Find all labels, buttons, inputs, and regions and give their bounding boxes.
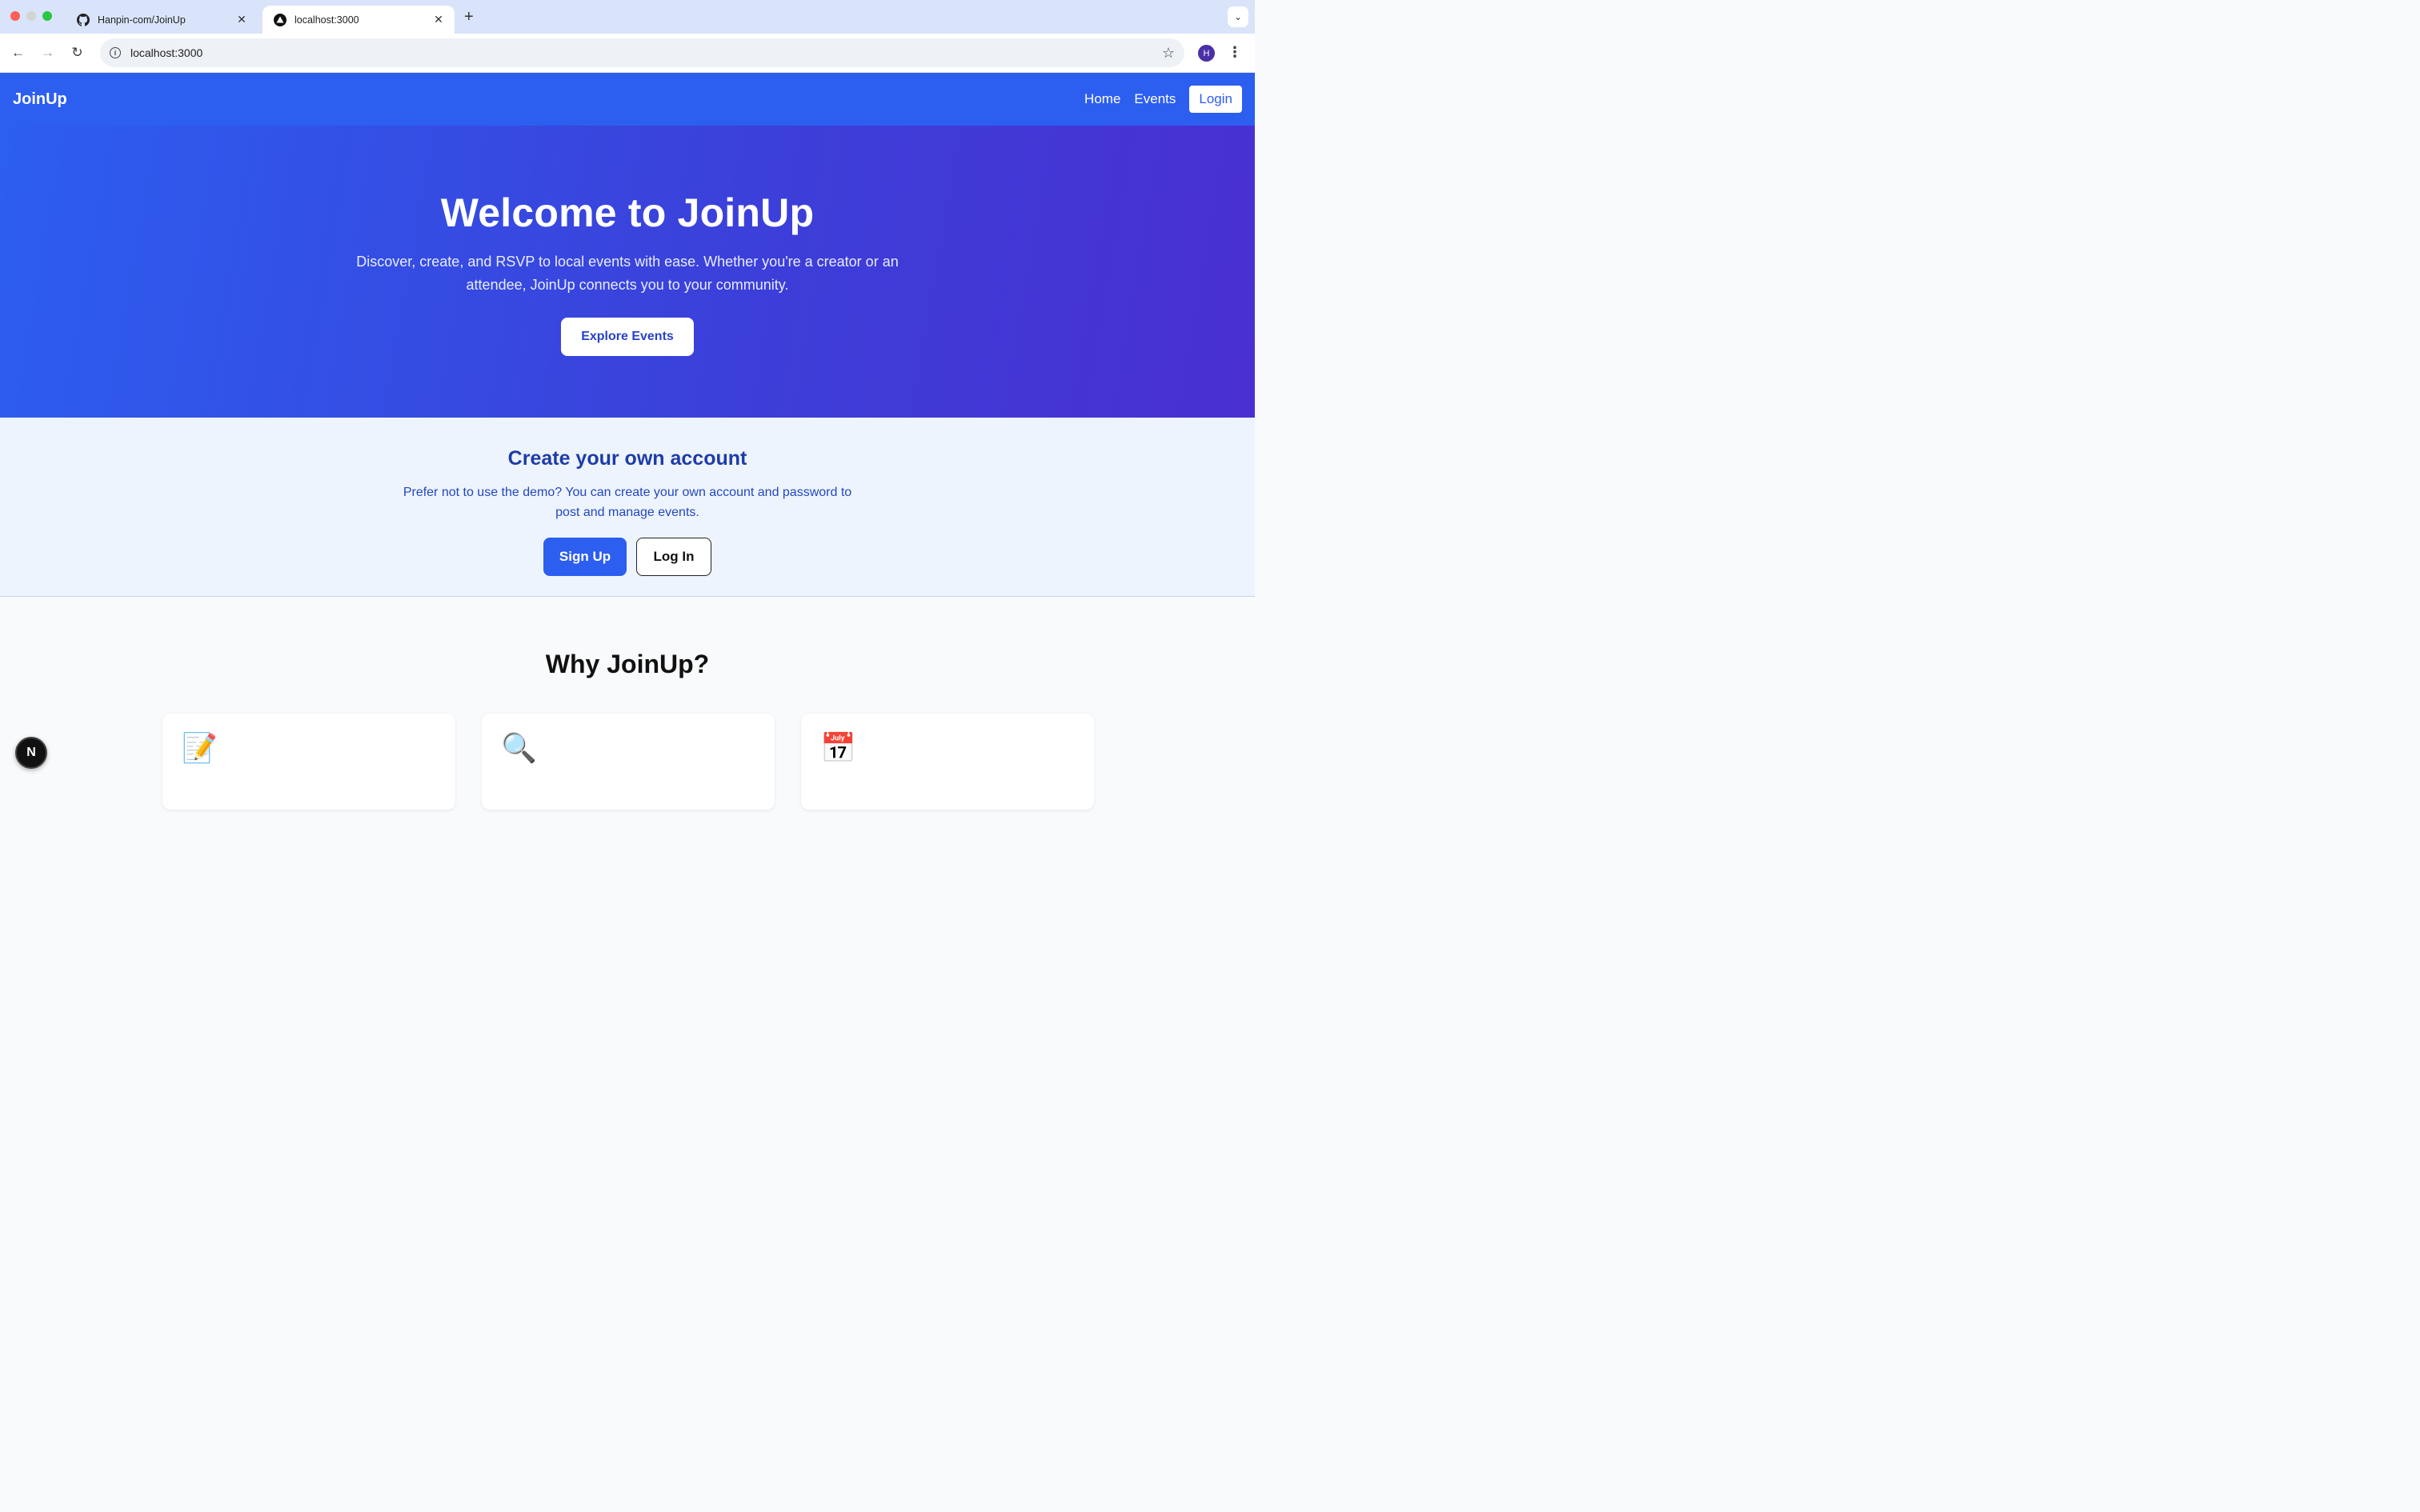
feature-cards: 📝 🔍 📅 (162, 714, 1094, 810)
bookmark-star-icon[interactable]: ☆ (1162, 45, 1175, 62)
feature-card: 🔍 (482, 714, 775, 810)
memo-icon: 📝 (182, 731, 218, 764)
maximize-window-button[interactable] (42, 11, 52, 21)
magnifier-icon: 🔍 (501, 731, 537, 764)
browser-tab-localhost[interactable]: localhost:3000 ✕ (262, 6, 455, 34)
site-info-icon[interactable]: i (110, 47, 121, 58)
close-tab-icon[interactable]: ✕ (235, 13, 248, 26)
nav-link-events[interactable]: Events (1134, 91, 1176, 107)
hero-subtitle: Discover, create, and RSVP to local even… (356, 254, 899, 293)
nav-login-button[interactable]: Login (1189, 86, 1242, 113)
back-arrow-icon[interactable]: ← (3, 45, 33, 61)
feature-card: 📅 (801, 714, 1094, 810)
close-window-button[interactable] (10, 11, 20, 21)
nav-link-home[interactable]: Home (1084, 91, 1120, 107)
address-bar[interactable]: i localhost:3000 ☆ (100, 38, 1184, 67)
log-in-button[interactable]: Log In (636, 538, 711, 576)
profile-avatar[interactable]: H (1198, 45, 1215, 62)
why-title: Why JoinUp? (545, 650, 710, 678)
browser-menu-icon[interactable]: ⋮ (1228, 44, 1242, 61)
tab-search-chevron-icon[interactable]: ⌄ (1228, 6, 1248, 27)
calendar-icon: 📅 (820, 731, 856, 764)
tab-title: localhost:3000 (294, 14, 359, 26)
window-controls (10, 11, 52, 21)
url-text[interactable]: localhost:3000 (130, 46, 1162, 59)
account-title: Create your own account (507, 447, 747, 470)
browser-tab-strip: Hanpin-com/JoinUp ✕ localhost:3000 ✕ + ⌄ (0, 0, 1255, 34)
create-account-section: Create your own account Prefer not to us… (0, 418, 1255, 597)
reload-icon[interactable]: ↻ (62, 45, 92, 61)
new-tab-icon[interactable]: + (464, 8, 474, 26)
browser-toolbar: ← → ↻ i localhost:3000 ☆ H ⋮ (0, 34, 1255, 73)
browser-tab-github[interactable]: Hanpin-com/JoinUp ✕ (66, 6, 258, 34)
forward-arrow-icon[interactable]: → (33, 45, 62, 61)
github-icon (77, 13, 90, 26)
nav-links: Home Events Login (1084, 86, 1242, 113)
account-description: Prefer not to use the demo? You can crea… (403, 486, 852, 519)
explore-events-button[interactable]: Explore Events (561, 318, 694, 356)
tab-title: Hanpin-com/JoinUp (98, 14, 186, 26)
feature-card: 📝 (162, 714, 455, 810)
brand-logo[interactable]: JoinUp (13, 90, 67, 109)
sign-up-button[interactable]: Sign Up (543, 538, 627, 576)
minimize-window-button[interactable] (26, 11, 36, 21)
nextjs-icon (274, 13, 286, 26)
hero-title: Welcome to JoinUp (440, 190, 815, 235)
site-navbar: JoinUp Home Events Login (0, 73, 1255, 126)
hero-section: Welcome to JoinUp Discover, create, and … (0, 126, 1255, 418)
close-tab-icon[interactable]: ✕ (432, 13, 445, 26)
account-buttons: Sign Up Log In (0, 538, 1255, 576)
nextjs-devtools-badge[interactable]: N (15, 737, 47, 769)
why-section: Why JoinUp? 📝 🔍 📅 (0, 597, 1255, 810)
